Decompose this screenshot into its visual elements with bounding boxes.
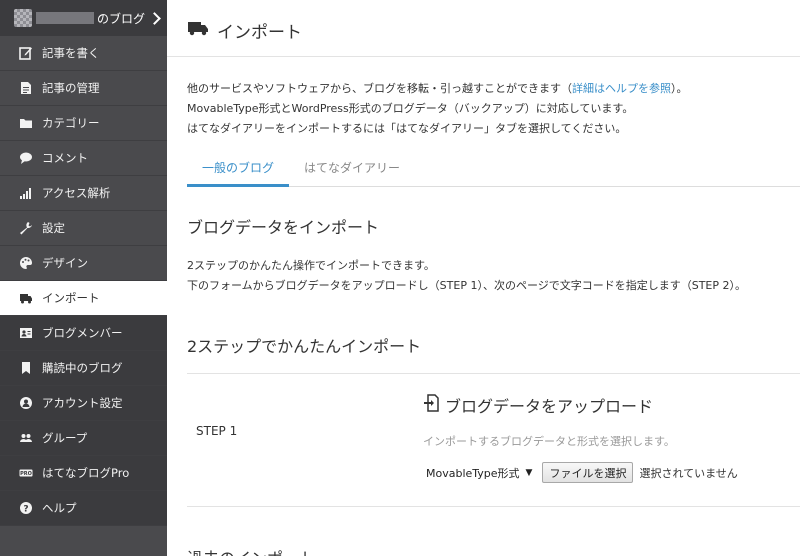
document-icon — [18, 80, 34, 96]
sidebar-item-pro[interactable]: PRO はてなブログPro — [0, 456, 167, 491]
sidebar-item-label: ブログメンバー — [42, 326, 123, 340]
sidebar-item-label: アクセス解析 — [42, 186, 111, 200]
sidebar-item-comment[interactable]: コメント — [0, 141, 167, 176]
main-content: インポート 他のサービスやソフトウェアから、ブログを移転・引っ越すことができます… — [167, 0, 800, 556]
sidebar-item-label: 記事の管理 — [42, 81, 100, 95]
intro-line2: MovableType形式とWordPress形式のブログデータ（バックアップ）… — [187, 102, 634, 115]
sidebar-item-analytics[interactable]: アクセス解析 — [0, 176, 167, 211]
sidebar-item-label: コメント — [42, 151, 88, 165]
blog-name: のブログ — [97, 11, 146, 26]
intro-text: 他のサービスやソフトウェアから、ブログを移転・引っ越すことができます（詳細はヘル… — [167, 57, 800, 139]
sidebar-item-category[interactable]: カテゴリー — [0, 106, 167, 141]
signal-bars-icon — [18, 185, 34, 201]
sidebar-item-label: デザイン — [42, 256, 88, 270]
sidebar-item-manage[interactable]: 記事の管理 — [0, 71, 167, 106]
pencil-square-icon — [18, 45, 34, 61]
palette-icon — [18, 255, 34, 271]
file-status: 選択されていません — [639, 466, 738, 480]
choose-file-button[interactable]: ファイルを選択 — [542, 462, 634, 483]
upload-header: ブログデータをアップロード — [423, 393, 653, 417]
sidebar-item-help[interactable]: ? ヘルプ — [0, 491, 167, 526]
section-title: ブログデータをインポート — [187, 218, 380, 237]
divider — [187, 506, 800, 507]
member-card-icon — [18, 325, 34, 341]
user-circle-icon — [18, 395, 34, 411]
sidebar-item-settings[interactable]: 設定 — [0, 211, 167, 246]
help-link[interactable]: 詳細はヘルプを参照 — [572, 82, 671, 95]
blog-name-redacted — [36, 12, 94, 24]
upload-hint: インポートするブログデータと形式を選択します。 — [423, 435, 675, 448]
sidebar-item-label: アカウント設定 — [42, 396, 123, 410]
truck-icon — [187, 20, 209, 40]
sidebar-item-label: 設定 — [42, 221, 65, 235]
sidebar-item-label: ヘルプ — [42, 501, 77, 515]
upload-title: ブログデータをアップロード — [445, 397, 654, 416]
group-icon — [18, 430, 34, 446]
section-description: 2ステップのかんたん操作でインポートできます。 下のフォームからブログデータをア… — [167, 238, 800, 296]
blog-avatar — [14, 9, 32, 27]
past-imports-title: 過去のインポート — [187, 545, 800, 556]
format-select-value: MovableType形式 — [426, 466, 520, 480]
folder-icon — [18, 115, 34, 131]
speech-bubble-icon — [18, 150, 34, 166]
import-tabs: 一般のブログ はてなダイアリー — [187, 157, 800, 187]
sidebar-item-import[interactable]: インポート — [0, 281, 167, 316]
intro-line3: はてなダイアリーをインポートするには「はてなダイアリー」タブを選択してください。 — [187, 122, 627, 135]
steps-title: 2ステップでかんたんインポート — [187, 337, 422, 356]
format-select[interactable]: MovableType形式 ▼ — [421, 462, 538, 483]
file-import-icon — [423, 394, 441, 416]
svg-text:PRO: PRO — [20, 471, 32, 477]
sidebar-item-label: グループ — [42, 431, 88, 445]
sidebar-item-group[interactable]: グループ — [0, 421, 167, 456]
svg-text:?: ? — [23, 505, 28, 515]
sidebar-item-design[interactable]: デザイン — [0, 246, 167, 281]
chevron-right-icon — [148, 11, 161, 25]
page-header: インポート — [167, 0, 800, 44]
sidebar-item-label: はてなブログPro — [42, 466, 130, 480]
sidebar-item-label: インポート — [42, 291, 100, 305]
blog-switcher[interactable]: のブログ — [0, 0, 167, 36]
question-circle-icon: ? — [18, 500, 34, 516]
tab-general-blog[interactable]: 一般のブログ — [187, 157, 290, 187]
wrench-icon — [18, 220, 34, 236]
sidebar-item-label: 購読中のブログ — [42, 361, 123, 375]
sidebar-item-subscriptions[interactable]: 購読中のブログ — [0, 351, 167, 386]
pro-badge-icon: PRO — [18, 465, 34, 481]
chevron-down-icon: ▼ — [525, 467, 533, 478]
desc-line2: 下のフォームからブログデータをアップロードし（STEP 1）、次のページで文字コ… — [187, 279, 747, 292]
sidebar-item-label: カテゴリー — [42, 116, 100, 130]
sidebar-item-members[interactable]: ブログメンバー — [0, 316, 167, 351]
sidebar-item-account[interactable]: アカウント設定 — [0, 386, 167, 421]
upload-controls: MovableType形式 ▼ ファイルを選択 選択されていません — [421, 462, 738, 483]
intro-line1-prefix: 他のサービスやソフトウェアから、ブログを移転・引っ越すことができます（ — [187, 82, 572, 95]
page-title: インポート — [217, 22, 302, 43]
desc-line1: 2ステップのかんたん操作でインポートできます。 — [187, 259, 435, 272]
tab-hatena-diary[interactable]: はてなダイアリー — [289, 157, 415, 187]
intro-line1-suffix: ）。 — [671, 82, 688, 95]
bookmark-icon — [18, 360, 34, 376]
step1-block: STEP 1 ブログデータをアップロード インポートするブログデータと形式を選択… — [187, 374, 800, 506]
sidebar-item-label: 記事を書く — [42, 46, 100, 60]
truck-icon — [18, 290, 34, 306]
sidebar-item-write[interactable]: 記事を書く — [0, 36, 167, 71]
sidebar: のブログ 記事を書く 記事の管理 カテゴリー コメント アクセス解析 設定 デザ… — [0, 0, 167, 556]
step-label: STEP 1 — [196, 424, 238, 438]
